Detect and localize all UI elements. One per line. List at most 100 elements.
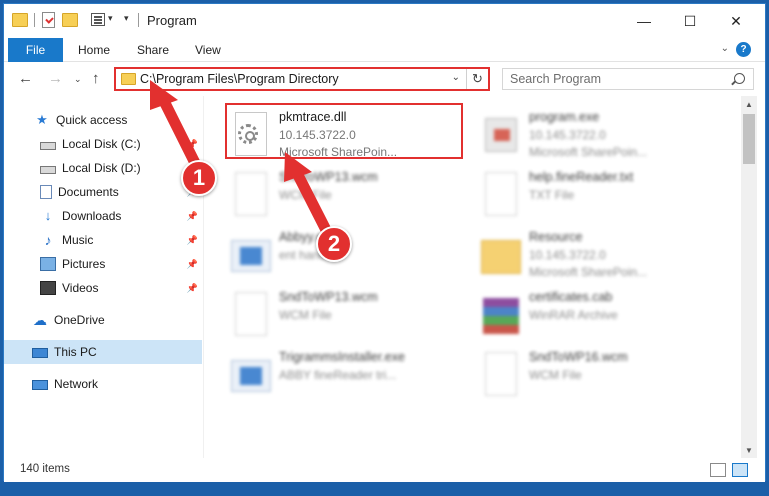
properties-icon[interactable] — [42, 12, 55, 28]
download-icon: ↓ — [44, 208, 52, 223]
folder-icon — [481, 232, 521, 276]
file-type: WCM File — [279, 188, 332, 202]
search-icon[interactable] — [734, 73, 745, 84]
sidebar-item-label: Local Disk (D:) — [62, 161, 141, 175]
sidebar-item-local-disk-d[interactable]: Local Disk (D:) — [4, 156, 202, 180]
sidebar-item-local-disk-c[interactable]: Local Disk (C:) 📌 — [4, 132, 202, 156]
scrollbar-thumb[interactable] — [743, 114, 755, 164]
title-bar: ▾ ▾ Program — ☐ ✕ — [4, 4, 765, 38]
pin-icon: 📌 — [186, 210, 198, 221]
file-item-resource[interactable]: Resource 10.145.3722.0 Microsoft SharePo… — [481, 228, 721, 284]
file-item-sndtowp13-2[interactable]: SndToWP13.wcm WCM File — [231, 288, 471, 344]
file-name: program.exe — [529, 110, 600, 124]
scroll-up-icon[interactable]: ▲ — [741, 96, 757, 112]
divider — [34, 13, 35, 27]
pin-icon: 📌 — [186, 258, 198, 269]
file-type: WinRAR Archive — [529, 308, 618, 322]
file-name: SndToWP13.wcm — [279, 170, 378, 184]
file-item-trigramms-installer[interactable]: TrigrammsInstaller.exe ABBY fineReader t… — [231, 348, 471, 404]
sidebar-item-this-pc[interactable]: This PC — [4, 340, 202, 364]
file-name: certificates.cab — [529, 290, 613, 304]
sidebar-item-music[interactable]: ♪ Music 📌 — [4, 228, 202, 252]
winrar-icon — [481, 292, 521, 336]
file-item-certificates-cab[interactable]: certificates.cab WinRAR Archive — [481, 288, 721, 344]
tiles-view-icon[interactable] — [732, 463, 748, 477]
back-button[interactable]: ← — [18, 70, 33, 87]
file-name: Resource — [529, 230, 583, 244]
tab-view[interactable]: View — [195, 38, 221, 62]
sidebar-item-label: Local Disk (C:) — [62, 137, 141, 151]
forward-button[interactable]: → — [48, 70, 63, 87]
search-input[interactable]: Search Program — [502, 68, 754, 90]
sidebar-item-videos[interactable]: Videos 📌 — [4, 276, 202, 300]
file-item-program-exe[interactable]: program.exe 10.145.3722.0 Microsoft Shar… — [481, 108, 721, 164]
item-count: 140 items — [20, 463, 70, 475]
close-button[interactable]: ✕ — [713, 4, 759, 38]
sidebar-item-documents[interactable]: Documents 📌 — [4, 180, 202, 204]
explorer-window: ▾ ▾ Program — ☐ ✕ File Home Share View ⌄… — [3, 3, 766, 482]
tab-file[interactable]: File — [8, 38, 63, 62]
maximize-button[interactable]: ☐ — [667, 4, 713, 38]
file-item-sndtowp13[interactable]: SndToWP13.wcm WCM File — [231, 168, 471, 224]
pin-icon: 📌 — [186, 282, 198, 293]
sidebar-item-pictures[interactable]: Pictures 📌 — [4, 252, 202, 276]
file-item-abbyy-exe[interactable]: Abbyy.exe ent hand... — [231, 228, 471, 284]
window-app-icon — [231, 232, 271, 276]
folder-icon — [12, 13, 28, 27]
sidebar-item-label: OneDrive — [54, 313, 105, 327]
file-icon — [481, 172, 521, 216]
up-button[interactable]: ↑ — [92, 70, 100, 87]
address-dropdown-icon[interactable]: ⌄ — [452, 72, 460, 83]
window-app-icon — [231, 352, 271, 396]
sidebar-item-label: Quick access — [56, 113, 128, 127]
divider — [138, 13, 139, 27]
help-icon[interactable]: ? — [736, 42, 751, 57]
customize-toolbar-icon[interactable]: ▾ — [124, 13, 129, 24]
file-item-help-txt[interactable]: help.fineReader.txt TXT File — [481, 168, 721, 224]
file-type: WCM File — [529, 368, 582, 382]
star-icon: ★ — [36, 112, 48, 127]
sidebar-item-quick-access[interactable]: ★ Quick access — [4, 108, 202, 132]
file-version: 10.145.3722.0 — [529, 248, 606, 262]
view-options-icon[interactable] — [91, 13, 105, 26]
navigation-bar: ← → ⌄ ↑ C:\Program Files\Program Directo… — [4, 62, 765, 96]
music-icon: ♪ — [44, 232, 52, 248]
recent-locations-icon[interactable]: ⌄ — [74, 74, 82, 85]
callout-step-one: 1 — [181, 160, 217, 196]
file-item-sndtowp16[interactable]: SndToWP16.wcm WCM File — [481, 348, 721, 404]
sidebar-item-label: Music — [62, 233, 94, 247]
folder-icon — [121, 73, 136, 85]
sidebar-item-label: This PC — [54, 345, 97, 359]
navigation-pane: ★ Quick access Local Disk (C:) 📌 Local D… — [4, 96, 204, 458]
file-name: help.fineReader.txt — [529, 170, 634, 184]
scroll-down-icon[interactable]: ▼ — [741, 442, 757, 458]
minimize-button[interactable]: — — [621, 4, 667, 38]
details-view-icon[interactable] — [710, 463, 726, 477]
drive-icon — [40, 142, 56, 150]
sidebar-item-downloads[interactable]: ↓ Downloads 📌 — [4, 204, 202, 228]
network-icon — [32, 380, 48, 390]
chevron-down-icon[interactable]: ▾ — [108, 13, 113, 24]
address-bar[interactable]: C:\Program Files\Program Directory ⌄ ↻ — [114, 67, 490, 91]
address-path[interactable]: C:\Program Files\Program Directory — [140, 72, 339, 86]
vertical-scrollbar[interactable]: ▲ ▼ — [741, 96, 757, 458]
sidebar-item-network[interactable]: Network — [4, 372, 202, 396]
exe-icon — [481, 112, 521, 156]
sidebar-item-onedrive[interactable]: ☁ OneDrive — [4, 308, 202, 332]
computer-icon — [32, 348, 48, 358]
new-folder-icon[interactable] — [62, 13, 78, 27]
sidebar-item-label: Videos — [62, 281, 99, 295]
refresh-button[interactable]: ↻ — [466, 69, 488, 89]
status-bar: 140 items — [4, 458, 765, 482]
file-type: WCM File — [279, 308, 332, 322]
drive-icon — [40, 166, 56, 174]
ribbon: File Home Share View ⌄ ? — [4, 38, 765, 62]
highlight-box — [225, 103, 463, 159]
expand-ribbon-icon[interactable]: ⌄ — [721, 43, 729, 54]
tab-home[interactable]: Home — [78, 38, 110, 62]
videos-icon — [40, 281, 56, 295]
pin-icon: 📌 — [186, 234, 198, 245]
tab-share[interactable]: Share — [137, 38, 169, 62]
pin-icon: 📌 — [186, 138, 198, 149]
file-name: TrigrammsInstaller.exe — [279, 350, 405, 364]
